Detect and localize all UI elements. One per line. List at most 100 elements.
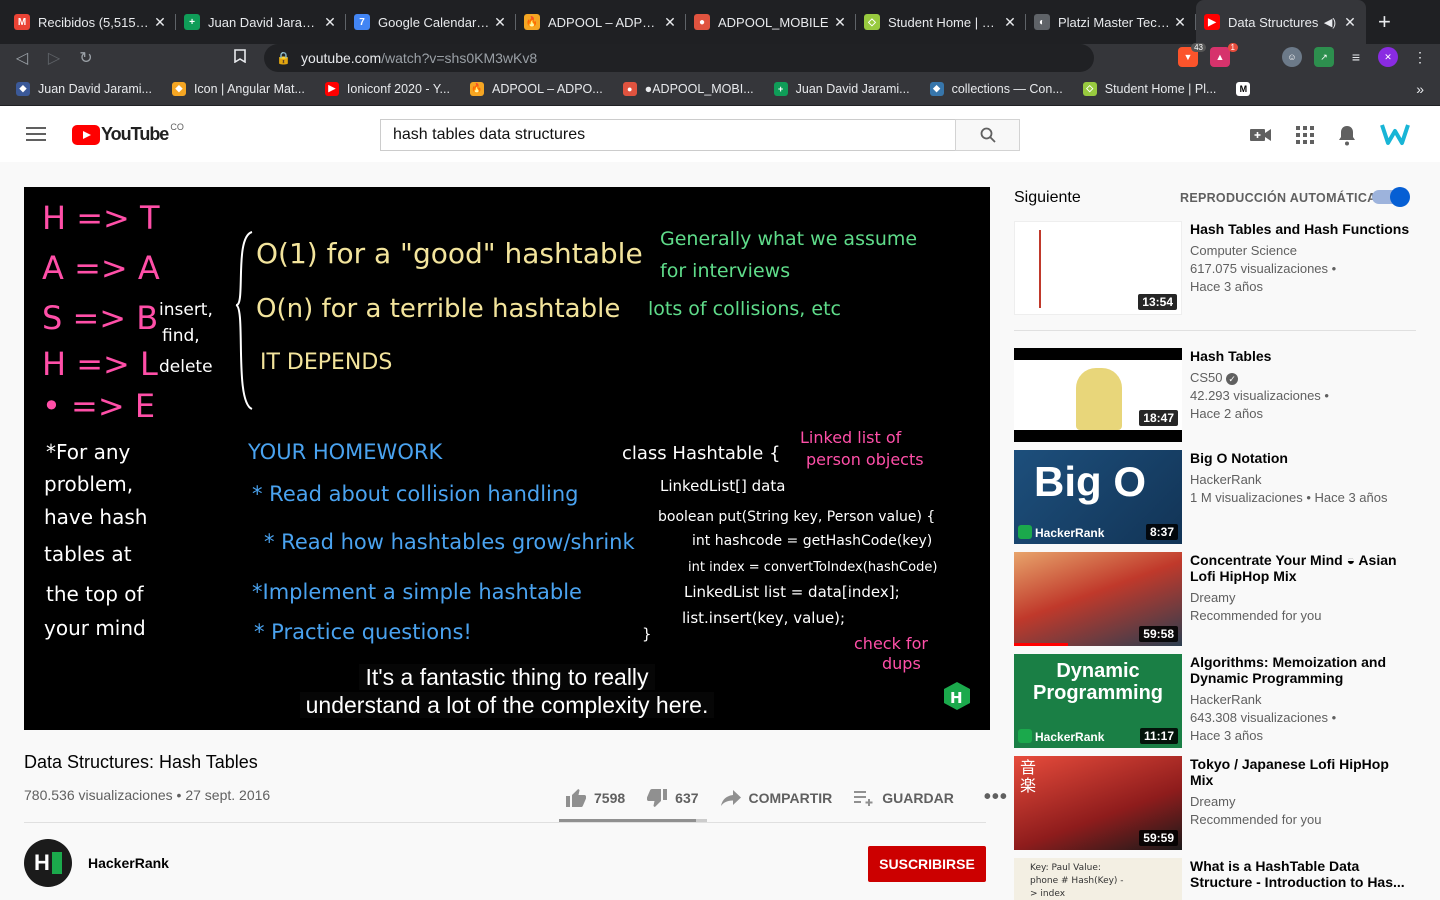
video-actions: 7598 637 COMPARTIR GUARDAR ••• <box>566 786 1030 809</box>
thumb-brand: HackerRank <box>1018 525 1104 540</box>
forward-icon[interactable]: ▷ <box>38 48 70 68</box>
browser-tab[interactable]: ▶ Data Structures ◀) ✕ <box>1196 0 1366 44</box>
video-player[interactable]: H => T A => A S => B H => L • => E inser… <box>24 187 990 730</box>
audio-icon[interactable]: ◀) <box>1324 16 1336 29</box>
youtube-logo[interactable]: YouTube CO <box>72 122 184 145</box>
bookmark-item[interactable]: 🔥 ADPOOL – ADPO... <box>469 81 603 96</box>
bookmark-item[interactable]: ▶ Ioniconf 2020 - Y... <box>324 81 450 96</box>
video-thumbnail[interactable]: Key: Paul Value: phone # Hash(Key) -> in… <box>1014 858 1182 900</box>
apps-grid-icon[interactable] <box>1296 126 1314 144</box>
bookmark-favicon-icon: ◇ <box>1082 81 1097 96</box>
browser-tab[interactable]: 7 Google Calendario - Semana✕ <box>346 0 516 44</box>
caption-text-1: It's a fantastic thing to really <box>359 664 655 690</box>
tab-close-icon[interactable]: ✕ <box>1002 14 1018 31</box>
extension-green-icon[interactable]: ↗ <box>1314 47 1334 67</box>
tab-close-icon[interactable]: ✕ <box>1172 14 1188 31</box>
tab-close-icon[interactable]: ✕ <box>1342 14 1358 31</box>
save-button[interactable]: GUARDAR <box>854 790 954 806</box>
more-actions-icon[interactable]: ••• <box>984 786 1008 809</box>
recommendation-channel: CS50 ✓ <box>1190 369 1416 387</box>
autoplay-toggle[interactable] <box>1372 187 1410 207</box>
brave-shield-icon[interactable]: ▼ 43 <box>1178 43 1206 67</box>
recommendation-title[interactable]: What is a HashTable Data Structure - Int… <box>1190 858 1416 890</box>
recommendation-title[interactable]: Algorithms: Memoization and Dynamic Prog… <box>1190 654 1416 686</box>
tab-title: Juan David Jaramillo <box>208 14 322 30</box>
channel-avatar[interactable]: H <box>24 839 72 887</box>
bookmark-icon[interactable] <box>224 48 256 68</box>
recommendation-item[interactable]: Key: Paul Value: phone # Hash(Key) -> in… <box>1014 858 1424 900</box>
bookmarks-more-icon[interactable]: » <box>1416 81 1424 97</box>
recommendation-title[interactable]: Hash Tables <box>1190 348 1416 364</box>
video-thumbnail[interactable]: 13:54 <box>1014 221 1182 315</box>
brave-rewards-icon[interactable]: ▲ 1 <box>1210 43 1238 67</box>
tab-close-icon[interactable]: ✕ <box>322 14 338 31</box>
video-thumbnail[interactable]: Dynamic Programming HackerRank 11:17 <box>1014 654 1182 748</box>
tab-close-icon[interactable]: ✕ <box>152 14 168 31</box>
new-tab-button[interactable]: + <box>1378 9 1391 35</box>
tab-title: Platzi Master Technical <box>1058 14 1172 30</box>
search-input[interactable]: hash tables data structures <box>380 119 956 151</box>
recommendation-meta: 617.075 visualizaciones • <box>1190 261 1337 276</box>
recommendation-item[interactable]: Big O HackerRank 8:37 Big O Notation HackerR… <box>1014 450 1424 544</box>
bookmark-item[interactable]: ◆ collections — Con... <box>929 81 1063 96</box>
board-left-note-5: your mind <box>44 616 146 640</box>
browser-tab[interactable]: 🔥 ADPOOL – ADPOOL ✕ <box>516 0 686 44</box>
bookmark-label: collections — Con... <box>951 81 1063 96</box>
dislike-button[interactable]: 637 <box>647 788 699 807</box>
url-bar[interactable]: 🔒 youtube.com/watch?v=shs0KM3wKv8 <box>264 44 1094 72</box>
recommendation-item[interactable]: 18:47 Hash Tables CS50 ✓ 42.293 visualizaci… <box>1014 348 1424 442</box>
browser-tab[interactable]: ● ADPOOL_MOBILE ✕ <box>686 0 856 44</box>
bookmark-item[interactable]: ◆ Juan David Jarami... <box>16 81 152 96</box>
browser-toolbar: ◁ ▷ ↻ 🔒 youtube.com/watch?v=shs0KM3wKv8 … <box>0 43 1440 72</box>
video-thumbnail[interactable]: Big O HackerRank 8:37 <box>1014 450 1182 544</box>
channel-name[interactable]: HackerRank <box>88 855 169 871</box>
recommendation-title[interactable]: Tokyo / Japanese Lofi HipHop Mix <box>1190 756 1416 788</box>
homework-2: *Implement a simple hashtable <box>252 580 582 604</box>
video-thumbnail[interactable]: 18:47 <box>1014 348 1182 442</box>
thumb-brand-text: HackerRank <box>1035 526 1105 540</box>
tab-close-icon[interactable]: ✕ <box>832 14 848 31</box>
share-button[interactable]: COMPARTIR <box>720 789 832 806</box>
browser-tab[interactable]: ◐ Platzi Master Technical✕ <box>1026 0 1196 44</box>
subscribe-button[interactable]: SUSCRIBIRSE <box>868 846 986 882</box>
recommendation-channel: Dreamy <box>1190 793 1416 811</box>
extension-face-icon[interactable]: ☺ <box>1282 47 1302 67</box>
recommendation-item[interactable]: 59:58 Concentrate Your Mind ◒ Asian Lofi … <box>1014 552 1424 646</box>
media-icon[interactable]: ≡ <box>1346 47 1366 67</box>
video-thumbnail[interactable]: 59:58 <box>1014 552 1182 646</box>
profile-icon[interactable]: ✕ <box>1378 47 1398 67</box>
bookmark-item[interactable]: ● ●ADPOOL_MOBI... <box>622 81 754 96</box>
bookmark-favicon-icon: + <box>773 81 788 96</box>
recommendation-title[interactable]: Hash Tables and Hash Functions <box>1190 221 1416 237</box>
bookmark-item[interactable]: + Juan David Jarami... <box>773 81 910 96</box>
tab-close-icon[interactable]: ✕ <box>662 14 678 31</box>
like-button[interactable]: 7598 <box>566 788 625 807</box>
extension-icons: ▼ 43 ▲ 1 ☺ ↗ ≡ ✕ ⋮ <box>1178 43 1430 67</box>
recommendation-item[interactable]: 音楽 59:59 Tokyo / Japanese Lofi HipHop Mix D… <box>1014 756 1424 850</box>
up-next-label: Siguiente <box>1014 189 1081 206</box>
recommendation-item[interactable]: 13:54 Hash Tables and Hash Functions Compu… <box>1014 221 1424 315</box>
bookmark-item[interactable]: ◇ Student Home | Pl... <box>1082 81 1216 96</box>
homework-0: * Read about collision handling <box>252 482 579 506</box>
menu-icon[interactable]: ⋮ <box>1410 47 1430 67</box>
bookmark-item[interactable]: M <box>1236 81 1258 96</box>
reload-icon[interactable]: ↻ <box>70 48 102 68</box>
bookmark-item[interactable]: ◆ Icon | Angular Mat... <box>171 81 305 96</box>
recommendation-item[interactable]: Dynamic Programming HackerRank 11:17 Algori… <box>1014 654 1424 748</box>
thumb-brand: HackerRank <box>1018 729 1104 744</box>
recommendation-title[interactable]: Concentrate Your Mind ◒ Asian Lofi HipHo… <box>1190 552 1416 584</box>
browser-tab[interactable]: + Juan David Jaramillo ✕ <box>176 0 346 44</box>
hamburger-menu-icon[interactable] <box>26 127 46 141</box>
back-icon[interactable]: ◁ <box>6 48 38 68</box>
tab-close-icon[interactable]: ✕ <box>492 14 508 31</box>
account-avatar[interactable] <box>1380 120 1410 150</box>
browser-tab[interactable]: M Recibidos (5,515) - juandavid✕ <box>6 0 176 44</box>
create-video-icon[interactable] <box>1250 127 1272 143</box>
caption-line-2: understand a lot of the complexity here. <box>24 692 990 719</box>
search-button[interactable] <box>955 119 1020 151</box>
recommendation-title[interactable]: Big O Notation <box>1190 450 1416 466</box>
channel-row: H HackerRank <box>24 839 169 887</box>
browser-tab[interactable]: ◇ Student Home | Platzi ✕ <box>856 0 1026 44</box>
video-thumbnail[interactable]: 音楽 59:59 <box>1014 756 1182 850</box>
notifications-bell-icon[interactable] <box>1338 125 1356 146</box>
